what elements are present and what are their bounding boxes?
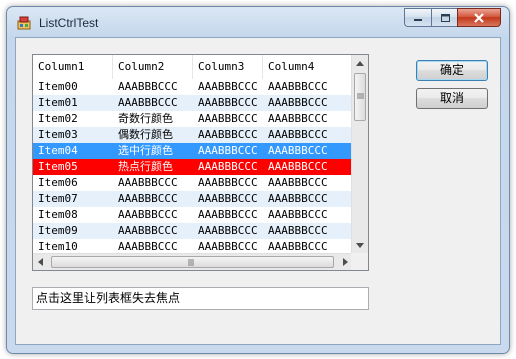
dialog-client: Column1 Column2 Column3 Column4 Item00 AA… bbox=[15, 37, 501, 345]
close-icon bbox=[474, 12, 484, 23]
list-cell: AAABBBCCC bbox=[118, 80, 178, 93]
minimize-icon bbox=[414, 18, 422, 21]
list-row[interactable]: Item06 AAABBBCCC AAABBBCCC AAABBBCCC bbox=[33, 175, 353, 191]
list-cell: AAABBBCCC bbox=[268, 176, 328, 189]
column-header-2[interactable]: Column2 bbox=[113, 55, 193, 79]
list-cell: Item02 bbox=[38, 112, 78, 125]
list-cell: AAABBBCCC bbox=[268, 128, 328, 141]
maximize-button[interactable] bbox=[431, 8, 457, 27]
list-cell: Item03 bbox=[38, 128, 78, 141]
list-cell: AAABBBCCC bbox=[118, 176, 178, 189]
list-row[interactable]: Item09 AAABBBCCC AAABBBCCC AAABBBCCC bbox=[33, 223, 353, 239]
arrow-right-icon[interactable] bbox=[343, 258, 348, 266]
list-rows: Item00 AAABBBCCC AAABBBCCC AAABBBCCC Item01 A… bbox=[33, 79, 353, 255]
list-cell: Item04 bbox=[38, 144, 78, 157]
list-cell: AAABBBCCC bbox=[198, 144, 258, 157]
list-cell: AAABBBCCC bbox=[198, 192, 258, 205]
focus-edit-field[interactable]: 点击这里让列表框失去焦点 bbox=[32, 287, 369, 310]
list-cell: AAABBBCCC bbox=[118, 192, 178, 205]
main-window: ListCtrlTest Column1 Column2 Column3 Col… bbox=[6, 6, 510, 354]
list-cell: AAABBBCCC bbox=[198, 80, 258, 93]
arrow-down-icon[interactable] bbox=[356, 243, 364, 248]
close-button[interactable] bbox=[457, 8, 501, 27]
list-row[interactable]: Item02 奇数行颜色 AAABBBCCC AAABBBCCC bbox=[33, 111, 353, 127]
list-cell: 热点行颜色 bbox=[118, 160, 173, 173]
list-cell: Item07 bbox=[38, 192, 78, 205]
list-cell: AAABBBCCC bbox=[198, 208, 258, 221]
list-row[interactable]: Item07 AAABBBCCC AAABBBCCC AAABBBCCC bbox=[33, 191, 353, 207]
title-bar[interactable]: ListCtrlTest bbox=[7, 7, 509, 37]
maximize-icon bbox=[440, 13, 450, 22]
list-cell: AAABBBCCC bbox=[198, 112, 258, 125]
list-control[interactable]: Column1 Column2 Column3 Column4 Item00 AA… bbox=[32, 54, 369, 271]
list-cell: 偶数行颜色 bbox=[118, 128, 173, 141]
list-cell: Item09 bbox=[38, 224, 78, 237]
scrollbar-corner bbox=[351, 253, 368, 270]
vertical-scroll-thumb[interactable] bbox=[354, 73, 366, 121]
horizontal-scroll-thumb[interactable] bbox=[51, 256, 334, 268]
cancel-button[interactable]: 取消 bbox=[416, 88, 488, 109]
minimize-button[interactable] bbox=[404, 8, 431, 27]
list-cell: AAABBBCCC bbox=[198, 128, 258, 141]
list-cell: AAABBBCCC bbox=[268, 80, 328, 93]
list-cell: AAABBBCCC bbox=[268, 224, 328, 237]
list-cell: Item00 bbox=[38, 80, 78, 93]
list-cell: AAABBBCCC bbox=[268, 112, 328, 125]
list-cell: AAABBBCCC bbox=[118, 224, 178, 237]
list-cell: AAABBBCCC bbox=[118, 96, 178, 109]
list-cell: AAABBBCCC bbox=[198, 176, 258, 189]
list-cell: AAABBBCCC bbox=[268, 96, 328, 109]
list-cell: Item05 bbox=[38, 160, 78, 173]
column-header-1[interactable]: Column1 bbox=[33, 55, 113, 79]
list-cell: AAABBBCCC bbox=[118, 208, 178, 221]
list-row[interactable]: Item04 选中行颜色 AAABBBCCC AAABBBCCC bbox=[33, 143, 353, 159]
horizontal-scrollbar[interactable] bbox=[33, 253, 353, 270]
list-cell: AAABBBCCC bbox=[268, 208, 328, 221]
list-cell: 奇数行颜色 bbox=[118, 112, 173, 125]
list-cell: AAABBBCCC bbox=[268, 192, 328, 205]
list-cell: Item06 bbox=[38, 176, 78, 189]
list-cell: Item01 bbox=[38, 96, 78, 109]
list-row[interactable]: Item01 AAABBBCCC AAABBBCCC AAABBBCCC bbox=[33, 95, 353, 111]
list-cell: AAABBBCCC bbox=[198, 160, 258, 173]
list-cell: Item08 bbox=[38, 208, 78, 221]
list-cell: AAABBBCCC bbox=[268, 144, 328, 157]
column-header-3[interactable]: Column3 bbox=[193, 55, 263, 79]
list-row[interactable]: Item05 热点行颜色 AAABBBCCC AAABBBCCC bbox=[33, 159, 353, 175]
arrow-up-icon[interactable] bbox=[356, 61, 364, 66]
list-row[interactable]: Item03 偶数行颜色 AAABBBCCC AAABBBCCC bbox=[33, 127, 353, 143]
list-row[interactable]: Item00 AAABBBCCC AAABBBCCC AAABBBCCC bbox=[33, 79, 353, 95]
window-title: ListCtrlTest bbox=[39, 16, 99, 30]
column-header-4[interactable]: Column4 bbox=[263, 55, 353, 79]
list-cell: 选中行颜色 bbox=[118, 144, 173, 157]
arrow-left-icon[interactable] bbox=[38, 258, 43, 266]
list-cell: AAABBBCCC bbox=[198, 224, 258, 237]
list-header: Column1 Column2 Column3 Column4 bbox=[33, 55, 353, 80]
list-row[interactable]: Item08 AAABBBCCC AAABBBCCC AAABBBCCC bbox=[33, 207, 353, 223]
list-cell: AAABBBCCC bbox=[268, 160, 328, 173]
vertical-scrollbar[interactable] bbox=[351, 55, 368, 254]
app-icon bbox=[17, 16, 31, 30]
ok-button[interactable]: 确定 bbox=[416, 60, 488, 81]
list-cell: AAABBBCCC bbox=[198, 96, 258, 109]
